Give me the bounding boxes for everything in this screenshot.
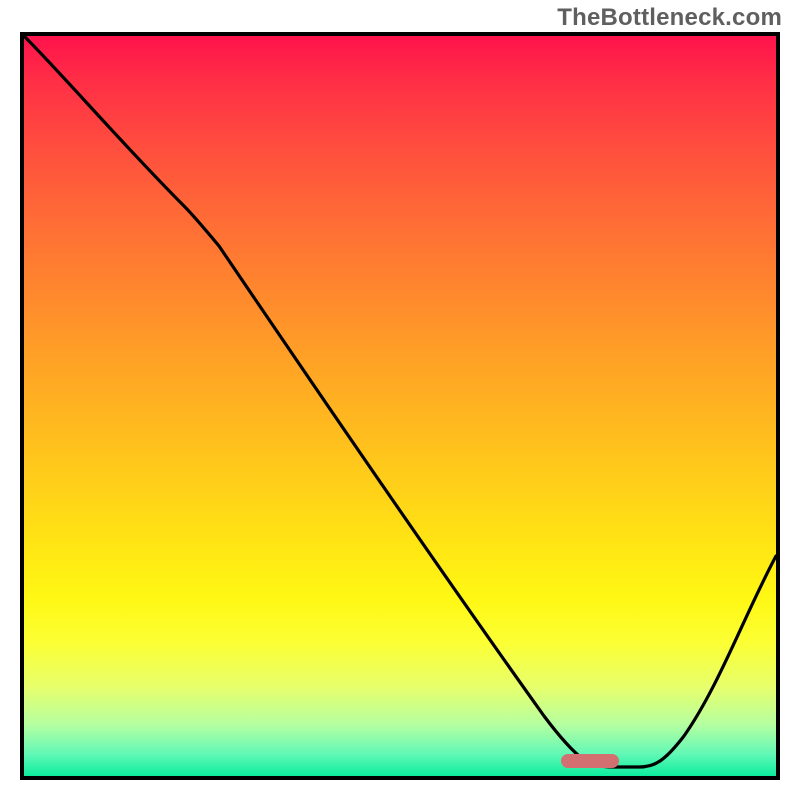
chart-frame: TheBottleneck.com [0, 0, 800, 800]
attribution-text: TheBottleneck.com [557, 4, 782, 32]
plot-area [20, 32, 780, 780]
optimal-marker [561, 754, 619, 768]
curve-layer [24, 36, 776, 776]
bottleneck-curve-path [24, 36, 776, 767]
